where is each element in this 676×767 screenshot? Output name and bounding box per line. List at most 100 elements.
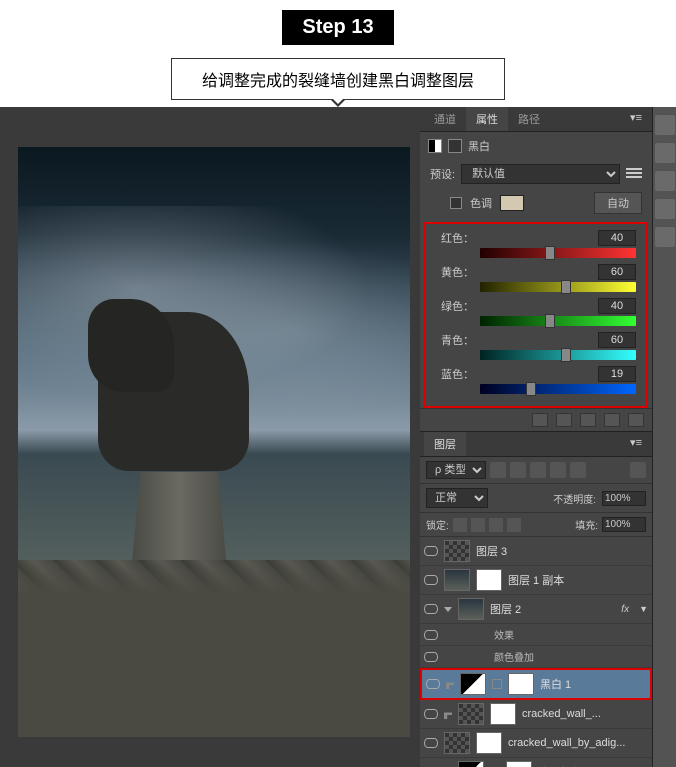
layer-name[interactable]: 图层 1 副本 [508, 572, 564, 588]
strip-icon[interactable] [655, 199, 675, 219]
strip-icon[interactable] [655, 143, 675, 163]
mask-thumb[interactable] [506, 761, 532, 767]
document-image [18, 147, 410, 737]
blue-input[interactable] [598, 366, 636, 382]
layer-name[interactable]: 图层 3 [476, 543, 507, 559]
link-icon[interactable] [492, 679, 502, 689]
blend-mode-select[interactable]: 正常 [426, 488, 488, 508]
layer-name[interactable]: cracked_wall_by_adig... [508, 737, 625, 749]
reset-icon[interactable] [580, 413, 596, 427]
layers-list: 图层 3 图层 1 副本 图层 2 fx ▼ [420, 537, 652, 767]
cyan-input[interactable] [598, 332, 636, 348]
layers-menu-icon[interactable]: ▾≡ [624, 432, 648, 456]
strip-icon[interactable] [655, 171, 675, 191]
view-previous-icon[interactable] [556, 413, 572, 427]
mask-thumb[interactable] [476, 732, 502, 754]
cyan-slider[interactable] [480, 350, 636, 360]
mask-thumb[interactable] [476, 569, 502, 591]
lock-transparency-icon[interactable] [453, 518, 467, 532]
yellow-input[interactable] [598, 264, 636, 280]
filter-shape-icon[interactable] [550, 462, 566, 478]
layer-name[interactable]: cracked_wall_... [522, 708, 601, 720]
blue-slider[interactable] [480, 384, 636, 394]
green-input[interactable] [598, 298, 636, 314]
chevron-down-icon[interactable]: ▼ [639, 604, 648, 614]
color-overlay-label: 颜色叠加 [444, 649, 534, 664]
tint-swatch[interactable] [500, 195, 524, 211]
clip-icon[interactable] [532, 413, 548, 427]
strip-icon[interactable] [655, 115, 675, 135]
layer-row[interactable]: 图层 2 fx ▼ [420, 595, 652, 624]
opacity-input[interactable] [602, 491, 646, 506]
filter-smart-icon[interactable] [570, 462, 586, 478]
layer-row[interactable]: cracked_wall_... [420, 700, 652, 729]
tab-properties[interactable]: 属性 [466, 107, 508, 131]
strip-icon[interactable] [655, 227, 675, 247]
expand-icon[interactable] [444, 607, 452, 612]
layer-name[interactable]: 黑白 1 [540, 676, 571, 692]
layer-row[interactable]: 图层 3 [420, 537, 652, 566]
preset-select[interactable]: 默认值 [461, 164, 620, 184]
properties-tabs: 通道 属性 路径 ▾≡ [420, 107, 652, 132]
panel-menu-icon[interactable]: ▾≡ [624, 107, 648, 131]
green-slider[interactable] [480, 316, 636, 326]
eye-icon[interactable] [424, 602, 438, 616]
layer-thumb[interactable] [458, 598, 484, 620]
filter-adjust-icon[interactable] [510, 462, 526, 478]
eye-icon[interactable] [424, 736, 438, 750]
mask-thumb[interactable] [508, 673, 534, 695]
layer-row-selected[interactable]: 黑白 1 [420, 668, 652, 700]
effect-item-row[interactable]: 颜色叠加 [420, 646, 652, 668]
collapsed-panel-strip[interactable] [652, 107, 676, 767]
mask-icon [448, 139, 462, 153]
fill-input[interactable] [602, 517, 646, 532]
effects-row[interactable]: 效果 [420, 624, 652, 646]
tab-layers[interactable]: 图层 [424, 432, 466, 456]
auto-button[interactable]: 自动 [594, 192, 642, 214]
yellow-slider[interactable] [480, 282, 636, 292]
filter-type-icon[interactable] [530, 462, 546, 478]
step-caption: 给调整完成的裂缝墙创建黑白调整图层 [171, 58, 505, 100]
eye-icon[interactable] [424, 707, 438, 721]
filter-pixel-icon[interactable] [490, 462, 506, 478]
eye-icon[interactable] [424, 544, 438, 558]
red-label: 红色： [436, 230, 474, 246]
red-input[interactable] [598, 230, 636, 246]
canvas-area[interactable] [0, 107, 420, 767]
mask-thumb[interactable] [490, 703, 516, 725]
eye-icon[interactable] [424, 650, 438, 664]
eye-icon[interactable] [424, 628, 438, 642]
layer-row[interactable]: 图层 1 副本 [420, 566, 652, 595]
layer-thumb[interactable] [444, 540, 470, 562]
layer-row[interactable]: cracked_wall_by_adig... [420, 729, 652, 758]
clip-indicator-icon [446, 679, 454, 689]
tab-channels[interactable]: 通道 [424, 107, 466, 131]
bw-sliders-group: 红色： 黄色： 绿色： 青色： 蓝色： [424, 222, 648, 408]
filter-toggle-icon[interactable] [630, 462, 646, 478]
adjustment-thumb[interactable] [458, 761, 484, 767]
fx-badge[interactable]: fx [621, 604, 633, 615]
lock-position-icon[interactable] [489, 518, 503, 532]
tint-checkbox[interactable] [450, 197, 462, 209]
layer-thumb[interactable] [458, 703, 484, 725]
layer-row[interactable]: 选取颜色 1 [420, 758, 652, 767]
red-slider[interactable] [480, 248, 636, 258]
eye-icon[interactable] [426, 677, 440, 691]
preset-menu-icon[interactable] [626, 168, 642, 180]
trash-icon[interactable] [628, 413, 644, 427]
adjustment-thumb[interactable] [460, 673, 486, 695]
lock-image-icon[interactable] [471, 518, 485, 532]
adjustment-title: 黑白 [468, 138, 490, 154]
layer-thumb[interactable] [444, 732, 470, 754]
eye-icon[interactable] [424, 573, 438, 587]
effects-label: 效果 [444, 627, 514, 642]
opacity-label: 不透明度: [553, 491, 596, 506]
layer-name[interactable]: 图层 2 [490, 601, 521, 617]
tab-paths[interactable]: 路径 [508, 107, 550, 131]
visibility-icon[interactable] [604, 413, 620, 427]
layer-filter-type[interactable]: ρ 类型 [426, 461, 486, 479]
blue-label: 蓝色： [436, 366, 474, 382]
lock-all-icon[interactable] [507, 518, 521, 532]
photoshop-workspace: 通道 属性 路径 ▾≡ 黑白 预设: 默认值 色调 自动 红色： [0, 107, 676, 767]
layer-thumb[interactable] [444, 569, 470, 591]
